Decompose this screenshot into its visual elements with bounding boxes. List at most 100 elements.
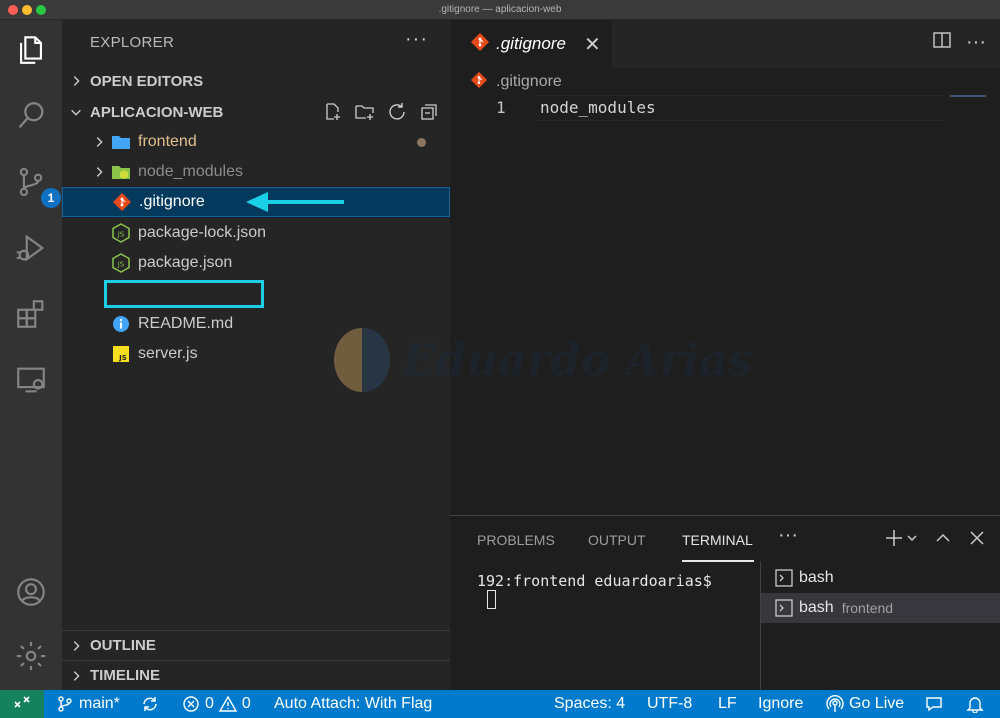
feedback-icon <box>926 697 942 712</box>
terminal-cwd: frontend <box>841 600 894 616</box>
eol-status[interactable]: LF <box>718 690 737 718</box>
auto-attach-status[interactable]: Auto Attach: With Flag <box>274 690 432 718</box>
tree-item-label: package.json <box>138 254 233 271</box>
feedback-button[interactable] <box>925 690 943 718</box>
source-control-icon[interactable]: 1 <box>11 162 61 208</box>
git-file-icon <box>470 32 490 57</box>
new-file-name-input[interactable] <box>104 280 264 308</box>
close-tab-icon[interactable]: ✕ <box>584 32 601 57</box>
sync-button[interactable] <box>141 690 159 718</box>
tree-item-label: .gitignore <box>139 193 205 210</box>
tab-output[interactable]: OUTPUT <box>588 532 646 548</box>
warning-count: 0 <box>241 695 251 712</box>
remote-explorer-icon[interactable] <box>11 360 51 400</box>
refresh-icon[interactable] <box>384 101 410 123</box>
error-icon <box>183 696 199 712</box>
problems-status[interactable]: 0 0 <box>182 690 251 718</box>
tree-item-label: frontend <box>138 133 197 150</box>
encoding-status[interactable]: UTF-8 <box>647 690 692 718</box>
close-panel-icon[interactable] <box>968 529 986 552</box>
tree-item-label: README.md <box>138 315 234 332</box>
split-editor-icon[interactable] <box>932 30 952 55</box>
run-debug-icon[interactable] <box>11 228 51 268</box>
accounts-icon[interactable] <box>11 572 51 612</box>
error-count: 0 <box>205 695 214 712</box>
tree-item-package-json[interactable]: JS package.json <box>62 248 450 278</box>
folder-actions <box>320 101 442 123</box>
watermark-text: Eduardo Arias <box>402 334 753 386</box>
tree-item-frontend[interactable]: frontend <box>62 127 450 157</box>
tab-gitignore[interactable]: .gitignore ✕ <box>450 20 612 68</box>
tree-item-node-modules[interactable]: node_modules <box>62 157 450 187</box>
javascript-icon: JS <box>110 343 132 365</box>
nodejs-icon: JS <box>110 222 132 244</box>
tab-problems[interactable]: PROBLEMS <box>477 532 555 548</box>
code-line[interactable]: 1 node_modules <box>450 95 1000 121</box>
folder-node-icon <box>110 161 132 183</box>
nodejs-icon: JS <box>110 252 132 274</box>
branch-status[interactable]: main* <box>56 690 120 718</box>
terminal-cursor <box>487 590 496 609</box>
new-folder-icon[interactable] <box>352 101 378 123</box>
warning-icon <box>218 695 237 712</box>
chevron-right-icon <box>62 135 110 149</box>
open-editors-section[interactable]: OPEN EDITORS <box>62 66 450 96</box>
extensions-icon[interactable] <box>11 294 51 334</box>
maximize-panel-icon[interactable] <box>934 529 952 552</box>
terminal-item-bash[interactable]: bash <box>761 563 1000 593</box>
timeline-label: TIMELINE <box>90 667 160 684</box>
git-branch-icon <box>58 696 72 712</box>
chevron-right-icon <box>62 165 110 179</box>
editor-more-actions[interactable]: ··· <box>966 31 986 54</box>
activity-bar: 1 <box>0 20 62 690</box>
watermark-logo-icon <box>334 328 390 392</box>
terminal-item-bash-frontend[interactable]: bash frontend <box>761 593 1000 623</box>
search-icon[interactable] <box>11 96 51 136</box>
folder-section-aplicacion-web[interactable]: APLICACION-WEB <box>62 97 450 127</box>
language-mode-status[interactable]: Ignore <box>758 690 803 718</box>
go-live-button[interactable]: Go Live <box>826 690 904 718</box>
git-file-icon <box>111 191 133 213</box>
manage-gear-icon[interactable] <box>11 636 51 676</box>
remote-indicator[interactable] <box>0 690 44 718</box>
open-editors-label: OPEN EDITORS <box>90 72 204 90</box>
editor-tab-bar: .gitignore ✕ ··· <box>450 20 1000 68</box>
new-file-icon[interactable] <box>320 101 346 123</box>
bell-icon <box>966 697 984 713</box>
line-text[interactable]: node_modules <box>540 98 656 117</box>
svg-text:JS: JS <box>118 354 127 362</box>
notifications-button[interactable] <box>966 690 984 718</box>
chevron-right-icon <box>62 639 90 653</box>
status-bar: main* 0 0 Auto Attach: With Flag Spaces:… <box>0 690 1000 718</box>
chevron-right-icon <box>62 669 90 683</box>
watermark: Eduardo Arias <box>330 325 753 395</box>
svg-text:JS: JS <box>117 231 125 239</box>
timeline-section[interactable]: TIMELINE <box>62 660 450 690</box>
minimap-marker <box>950 95 986 97</box>
tab-terminal[interactable]: TERMINAL <box>682 532 753 548</box>
breadcrumb-file: .gitignore <box>496 73 562 90</box>
explorer-icon[interactable] <box>11 30 51 70</box>
annotation-arrow-icon <box>246 192 344 212</box>
indentation-status[interactable]: Spaces: 4 <box>554 690 625 718</box>
explorer-more-actions[interactable]: ··· <box>405 28 428 51</box>
collapse-all-icon[interactable] <box>416 101 442 123</box>
terminal-list: bash bash frontend <box>760 561 1000 691</box>
explorer-title: EXPLORER <box>90 34 175 51</box>
terminal-name: bash <box>799 569 834 586</box>
source-control-badge: 1 <box>41 188 61 208</box>
svg-text:JS: JS <box>117 261 125 269</box>
editor-actions: ··· <box>932 30 986 55</box>
modified-indicator <box>417 137 426 147</box>
outline-section[interactable]: OUTLINE <box>62 630 450 660</box>
terminal-icon <box>775 569 793 587</box>
terminal-name: bash <box>799 599 834 616</box>
tree-item-package-lock-json[interactable]: JS package-lock.json <box>62 218 450 248</box>
panel-more-actions[interactable]: ··· <box>778 524 798 547</box>
info-icon <box>110 313 132 335</box>
title-bar: .gitignore — aplicacion-web <box>0 0 1000 20</box>
new-terminal-icon[interactable] <box>884 528 918 553</box>
sync-icon <box>143 697 157 711</box>
breadcrumb[interactable]: .gitignore <box>470 70 562 94</box>
remote-icon <box>14 696 30 708</box>
